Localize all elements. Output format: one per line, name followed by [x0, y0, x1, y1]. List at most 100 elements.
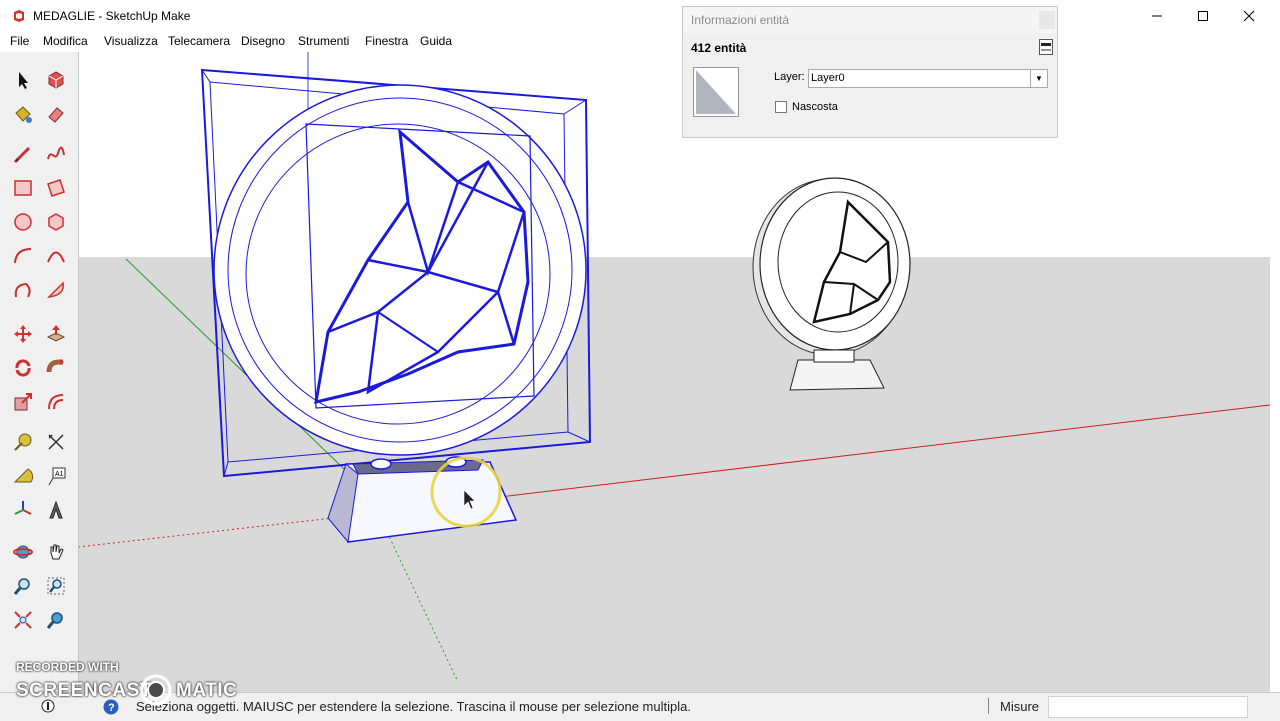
- 3d-text-icon: [49, 500, 63, 519]
- tool-dimension[interactable]: [43, 429, 69, 455]
- tool-axes[interactable]: [10, 497, 36, 523]
- tool-paint-bucket[interactable]: [10, 101, 36, 127]
- select-icon: [19, 72, 28, 89]
- sketchup-logo-icon: [12, 9, 26, 23]
- tool-make-component[interactable]: [43, 67, 69, 93]
- tool-push-pull[interactable]: [43, 321, 69, 347]
- tool-follow-me[interactable]: [43, 355, 69, 381]
- tool-select[interactable]: [10, 67, 36, 93]
- menu-modifica[interactable]: Modifica: [43, 34, 88, 48]
- menu-guida[interactable]: Guida: [420, 34, 452, 48]
- tool-previous-view[interactable]: [43, 607, 69, 633]
- tool-circle[interactable]: [10, 209, 36, 235]
- menu-strumenti[interactable]: Strumenti: [298, 34, 349, 48]
- menu-telecamera[interactable]: Telecamera: [168, 34, 230, 48]
- watermark-line1: RECORDED WITH: [16, 660, 119, 674]
- rotate-icon: [15, 359, 31, 377]
- panel-title: Informazioni entità: [691, 13, 790, 27]
- hidden-label: Nascosta: [792, 101, 838, 113]
- text-icon: A1: [48, 467, 66, 486]
- tool-text[interactable]: A1: [43, 463, 69, 489]
- dimension-icon: [48, 434, 64, 450]
- tool-arc[interactable]: [10, 243, 36, 269]
- right-edge: [1270, 52, 1280, 692]
- screencast-watermark: RECORDED WITH SCREENCAST MATIC: [6, 660, 246, 716]
- tool-rotated-rectangle[interactable]: [43, 175, 69, 201]
- protractor-icon: [13, 468, 34, 483]
- entity-info-panel: Informazioni entità 412 entità Layer: La…: [682, 6, 1058, 138]
- layer-dropdown[interactable]: Layer0 ▼: [808, 69, 1048, 88]
- line-icon: [13, 146, 31, 164]
- tool-zoom-window[interactable]: [43, 573, 69, 599]
- tool-zoom[interactable]: [10, 573, 36, 599]
- title-bar: MEDAGLIE - SketchUp Make: [0, 0, 1280, 32]
- scene-canvas: [77, 52, 1271, 692]
- panel-close-button[interactable]: [1039, 11, 1055, 29]
- minimize-button[interactable]: [1134, 0, 1180, 32]
- tool-offset[interactable]: [43, 389, 69, 415]
- tool-move[interactable]: [10, 321, 36, 347]
- hidden-checkbox[interactable]: [775, 101, 787, 113]
- tool-freehand[interactable]: [43, 141, 69, 167]
- layer-label: Layer:: [774, 71, 805, 83]
- two-point-arc-icon: [47, 251, 65, 263]
- svg-text:A1: A1: [55, 471, 64, 478]
- tool-scale[interactable]: [10, 389, 36, 415]
- tool-rotate[interactable]: [10, 355, 36, 381]
- tool-3d-text[interactable]: [43, 497, 69, 523]
- tool-orbit[interactable]: [10, 539, 36, 565]
- tape-measure-icon: [14, 433, 32, 451]
- eraser-icon: [48, 107, 64, 123]
- zoom-extents-icon: [14, 611, 32, 629]
- paint-bucket-icon: [15, 106, 32, 123]
- pie-icon: [46, 281, 64, 299]
- measurements-input[interactable]: [1048, 696, 1248, 718]
- close-button[interactable]: [1226, 0, 1272, 32]
- tool-eraser[interactable]: [43, 101, 69, 127]
- tool-protractor[interactable]: [10, 463, 36, 489]
- orbit-icon: [13, 545, 33, 559]
- material-swatch[interactable]: [693, 67, 739, 117]
- dropdown-arrow-icon[interactable]: ▼: [1030, 70, 1047, 87]
- tool-tape-measure[interactable]: [10, 429, 36, 455]
- tool-polygon[interactable]: [43, 209, 69, 235]
- arc-icon: [14, 248, 32, 264]
- make-component-icon: [48, 71, 64, 89]
- menu-bar: File Modifica Visualizza Telecamera Dise…: [0, 32, 1280, 52]
- circle-icon: [14, 213, 32, 231]
- menu-file[interactable]: File: [10, 34, 29, 48]
- tool-zoom-extents[interactable]: [10, 607, 36, 633]
- zoom-window-icon: [47, 577, 65, 595]
- maximize-button[interactable]: [1180, 0, 1226, 32]
- pan-icon: [50, 544, 64, 560]
- zoom-icon: [13, 578, 30, 595]
- rotated-rectangle-icon: [47, 179, 65, 197]
- polygon-icon: [48, 213, 64, 231]
- freehand-icon: [47, 146, 65, 160]
- menu-disegno[interactable]: Disegno: [241, 34, 285, 48]
- tool-two-point-arc[interactable]: [43, 243, 69, 269]
- material-swatch-icon: [696, 70, 736, 114]
- layer-value: Layer0: [811, 72, 845, 84]
- axes-icon: [14, 501, 32, 515]
- follow-me-icon: [46, 359, 64, 373]
- measurements-label: Misure: [1000, 699, 1040, 714]
- panel-collapse-button[interactable]: [1039, 39, 1053, 55]
- tool-line[interactable]: [10, 141, 36, 167]
- menu-finestra[interactable]: Finestra: [365, 34, 408, 48]
- previous-view-icon: [46, 612, 63, 629]
- scale-icon: [14, 393, 32, 411]
- minimize-icon: [1152, 15, 1162, 17]
- three-point-arc-icon: [14, 282, 31, 298]
- entity-count: 412 entità: [691, 41, 747, 55]
- collapse-icon: [1041, 43, 1051, 51]
- tool-three-point-arc[interactable]: [10, 277, 36, 303]
- tool-pan[interactable]: [43, 539, 69, 565]
- model-viewport[interactable]: [77, 52, 1271, 692]
- menu-visualizza[interactable]: Visualizza: [104, 34, 158, 48]
- rectangle-icon: [14, 180, 32, 196]
- tool-rectangle[interactable]: [10, 175, 36, 201]
- offset-icon: [48, 394, 64, 410]
- panel-header[interactable]: Informazioni entità: [683, 7, 1057, 33]
- tool-pie[interactable]: [43, 277, 69, 303]
